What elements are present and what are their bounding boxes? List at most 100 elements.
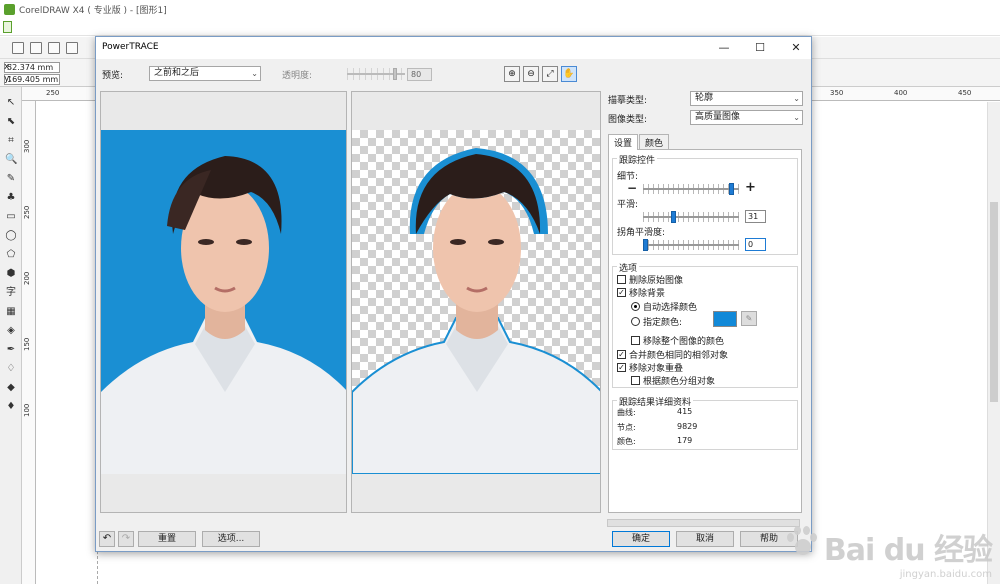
save-icon[interactable] <box>48 42 60 54</box>
eyedropper-icon[interactable]: ✎ <box>741 311 757 326</box>
portrait-illustration <box>101 156 346 474</box>
options-button[interactable]: 选项... <box>202 531 260 547</box>
preview-after[interactable] <box>351 91 601 513</box>
ruler-tick: 300 <box>23 139 31 153</box>
undo-icon[interactable]: ↶ <box>99 531 115 547</box>
tab-colors[interactable]: 颜色 <box>639 134 670 149</box>
detail-slider[interactable] <box>643 183 739 195</box>
color-swatch[interactable] <box>713 311 737 327</box>
dialog-title-bar: PowerTRACE — ☐ ✕ <box>96 37 811 59</box>
colors-value: 179 <box>677 436 693 445</box>
scrollbar-thumb[interactable] <box>990 202 998 402</box>
ok-button[interactable]: 确定 <box>612 531 670 547</box>
app-title-bar: CorelDRAW X4 ( 专业版 ) - [图形1] <box>0 0 1000 18</box>
ruler-tick: 250 <box>46 89 60 97</box>
open-icon[interactable] <box>30 42 42 54</box>
app-title: CorelDRAW X4 ( 专业版 ) - [图形1] <box>19 5 167 16</box>
options-group: 选项 删除原始图像 ✓ 移除背景 自动选择颜色 指定颜色: ✎ 移除整个图像的颜色… <box>612 261 798 388</box>
slider-knob[interactable] <box>393 68 397 80</box>
close-button[interactable]: ✕ <box>784 39 808 57</box>
fit-view-icon[interactable]: ⤢ <box>542 66 558 82</box>
redo-icon[interactable]: ↷ <box>118 531 134 547</box>
vertical-scrollbar[interactable] <box>987 102 1000 584</box>
toolbox-tool-icon[interactable]: ◆ <box>5 382 17 394</box>
ruler-tick: 250 <box>23 205 31 219</box>
toolbox: ↖ ⬉ ⌗ 🔍 ✎ ♣ ▭ ◯ ⬠ ⬢ 字 ▦ ◈ ✒ ♢ ◆ ♦ <box>0 87 22 584</box>
reset-button[interactable]: 重置 <box>138 531 196 547</box>
detail-minus-icon[interactable]: − <box>627 181 637 195</box>
toolbox-tool-icon[interactable]: ✒ <box>5 344 17 356</box>
trace-type-select[interactable]: 轮廓 ⌄ <box>690 91 803 106</box>
remove-overlap-checkbox[interactable]: ✓ 移除对象重叠 <box>617 361 683 374</box>
smoothing-label: 平滑: <box>617 200 639 210</box>
toolbox-tool-icon[interactable]: ◯ <box>5 230 17 242</box>
auto-select-color-radio[interactable]: 自动选择颜色 <box>631 300 697 313</box>
smoothing-value[interactable]: 31 <box>745 210 766 223</box>
transparency-slider[interactable] <box>347 68 405 80</box>
toolbox-tool-icon[interactable]: ⬉ <box>5 116 17 128</box>
toolbox-tool-icon[interactable]: ♦ <box>5 401 17 413</box>
ruler-tick: 350 <box>830 89 844 97</box>
cancel-button[interactable]: 取消 <box>676 531 734 547</box>
panel-scrollbar[interactable] <box>607 519 800 527</box>
toolbox-tool-icon[interactable]: ▭ <box>5 211 17 223</box>
toolbox-tool-icon[interactable]: ↖ <box>5 97 17 109</box>
toolbox-tool-icon[interactable]: ⬢ <box>5 268 17 280</box>
corner-smoothness-label: 拐角平滑度: <box>617 228 666 238</box>
trace-type-label: 描摹类型: <box>608 96 648 106</box>
minimize-button[interactable]: — <box>712 39 736 57</box>
new-document-icon[interactable] <box>12 42 24 54</box>
ruler-tick: 400 <box>894 89 908 97</box>
ruler-tick: 100 <box>23 403 31 417</box>
powertrace-dialog: PowerTRACE — ☐ ✕ 预览: 之前和之后 ⌄ 透明度: 80 ⊕ ⊖ … <box>95 36 812 552</box>
toolbox-tool-icon[interactable]: ◈ <box>5 325 17 337</box>
watermark-url: jingyan.baidu.com <box>899 569 992 580</box>
toolbox-tool-icon[interactable]: 字 <box>5 287 17 299</box>
baidu-watermark: Bai du 经验 jingyan.baidu.com <box>783 525 993 580</box>
trace-results-group: 跟踪结果详细资料 曲线: 415 节点: 9829 颜色: 179 <box>612 395 798 450</box>
slider-knob[interactable] <box>729 183 734 195</box>
colors-label: 颜色: <box>617 437 636 446</box>
zoom-in-icon[interactable]: ⊕ <box>504 66 520 82</box>
chevron-down-icon: ⌄ <box>793 113 800 122</box>
trace-controls-title: 跟踪控件 <box>617 153 658 166</box>
slider-knob[interactable] <box>671 211 676 223</box>
corner-smoothness-value[interactable]: 0 <box>745 238 766 251</box>
ruler-tick: 450 <box>958 89 972 97</box>
document-icon[interactable] <box>3 21 12 33</box>
maximize-button[interactable]: ☐ <box>748 39 772 57</box>
pan-hand-icon[interactable]: ✋ <box>561 66 577 82</box>
group-by-color-checkbox[interactable]: 根据颜色分组对象 <box>631 374 715 387</box>
specify-color-radio[interactable]: 指定颜色: <box>631 315 682 328</box>
toolbox-tool-icon[interactable]: ✎ <box>5 173 17 185</box>
toolbox-tool-icon[interactable]: ♢ <box>5 363 17 375</box>
toolbox-tool-icon[interactable]: ⬠ <box>5 249 17 261</box>
preview-label: 预览: <box>102 71 124 81</box>
chevron-down-icon: ⌄ <box>793 94 800 103</box>
preview-before[interactable] <box>100 91 347 513</box>
ruler-tick: 200 <box>23 271 31 285</box>
tab-settings[interactable]: 设置 <box>608 134 639 150</box>
image-type-select[interactable]: 高质量图像 ⌄ <box>690 110 803 125</box>
smoothing-slider[interactable] <box>643 211 739 223</box>
remove-entire-color-checkbox[interactable]: 移除整个图像的颜色 <box>631 334 724 347</box>
corner-smoothness-slider[interactable] <box>643 239 739 251</box>
toolbox-tool-icon[interactable]: ⌗ <box>5 135 17 147</box>
toolbox-tool-icon[interactable]: ♣ <box>5 192 17 204</box>
preview-select[interactable]: 之前和之后 ⌄ <box>149 66 261 81</box>
print-icon[interactable] <box>66 42 78 54</box>
toolbox-tool-icon[interactable]: ▦ <box>5 306 17 318</box>
detail-plus-icon[interactable]: + <box>745 180 756 195</box>
traced-result <box>352 130 600 474</box>
transparency-value[interactable]: 80 <box>407 68 432 81</box>
remove-background-checkbox[interactable]: ✓ 移除背景 <box>617 286 665 299</box>
delete-original-checkbox[interactable]: 删除原始图像 <box>617 273 683 286</box>
toolbox-tool-icon[interactable]: 🔍 <box>5 154 17 166</box>
zoom-out-icon[interactable]: ⊖ <box>523 66 539 82</box>
y-coordinate: y: 169.405 mm <box>4 74 60 85</box>
original-photo <box>101 130 346 474</box>
coreldraw-logo-icon <box>4 3 15 15</box>
watermark-brand: Bai du 经验 <box>823 533 993 568</box>
merge-adjacent-checkbox[interactable]: ✓ 合并颜色相同的相邻对象 <box>617 348 728 361</box>
slider-knob[interactable] <box>643 239 648 251</box>
